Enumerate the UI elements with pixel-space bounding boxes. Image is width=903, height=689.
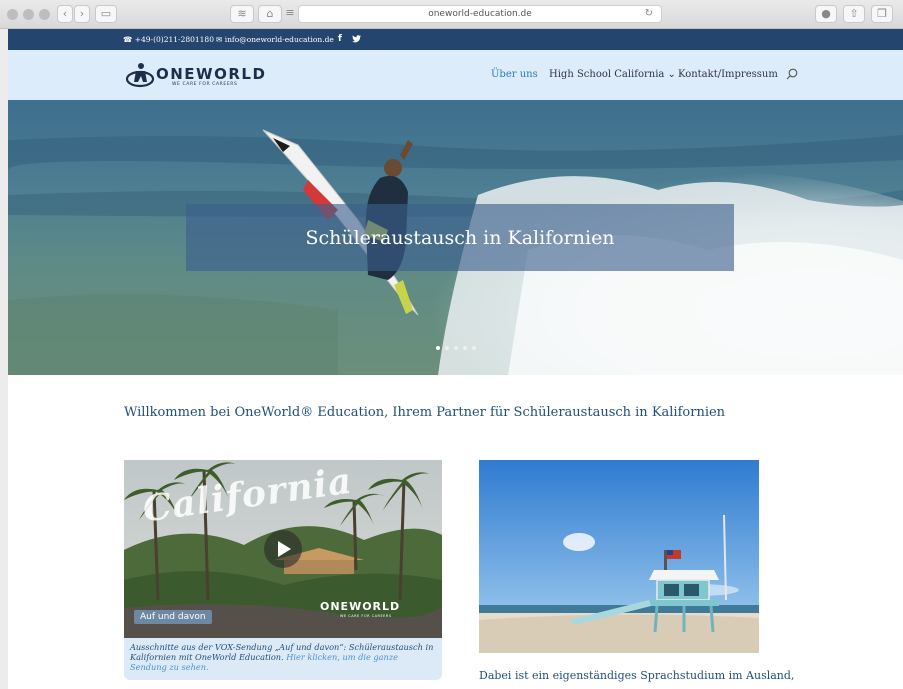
- logo-tagline: WE CARE FOR CAREERS: [172, 82, 238, 87]
- sidebar-icon: ▭: [100, 7, 112, 20]
- hero-title: Schüleraustausch in Kalifornien: [305, 226, 615, 249]
- phone-number: +49-(0)211-2801180: [134, 35, 214, 44]
- address-bar[interactable]: oneworld-education.de ↻: [298, 5, 662, 23]
- video-watermark-tagline: WE CARE FOR CAREERS: [340, 614, 392, 618]
- minimize-window-button[interactable]: [23, 9, 34, 20]
- lifeguard-tower-image: [479, 460, 759, 653]
- slider-dot[interactable]: [445, 346, 449, 350]
- play-button[interactable]: [264, 530, 302, 568]
- main-content: Willkommen bei OneWorld® Education, Ihre…: [8, 375, 903, 689]
- email-link[interactable]: ✉ info@oneworld-education.de: [216, 29, 334, 50]
- reload-icon[interactable]: ↻: [645, 6, 653, 22]
- chevron-left-icon: ‹: [62, 7, 68, 20]
- tabs-icon: ❐: [877, 7, 887, 20]
- sidebar-button[interactable]: ▭: [95, 5, 117, 23]
- play-icon: [278, 541, 291, 557]
- share-button[interactable]: ⇧: [843, 5, 865, 23]
- slider-dot[interactable]: [454, 346, 458, 350]
- contact-bar: ☎ +49-(0)211-2801180 ✉ info@oneworld-edu…: [8, 29, 903, 50]
- phone-link[interactable]: ☎ +49-(0)211-2801180: [123, 29, 214, 50]
- download-icon: ●: [821, 7, 831, 20]
- logo-wordmark: ONEWORLD: [156, 65, 267, 83]
- search-icon[interactable]: [786, 68, 798, 80]
- zoom-window-button[interactable]: [39, 9, 50, 20]
- video-watermark-logo: ONEWORLD: [320, 600, 401, 613]
- video-caption: Ausschnitte aus der VOX-Sendung „Auf und…: [124, 638, 442, 680]
- email-address: info@oneworld-education.de: [224, 35, 334, 44]
- welcome-heading: Willkommen bei OneWorld® Education, Ihre…: [124, 405, 726, 420]
- hero-slider[interactable]: Schüleraustausch in Kalifornien: [8, 100, 903, 375]
- browser-window: ‹ › ▭ ≋ ⌂ ≡ oneworld-education.de ↻ ● ⇧ …: [0, 0, 903, 689]
- home-icon: ⌂: [266, 7, 274, 20]
- cloud-icon: ≋: [237, 7, 247, 20]
- home-button[interactable]: ⌂: [258, 5, 282, 23]
- facebook-icon[interactable]: f: [338, 29, 342, 50]
- close-window-button[interactable]: [7, 9, 18, 20]
- video-player[interactable]: California Auf und davon ONEWORLD WE CAR…: [124, 460, 442, 638]
- chevron-right-icon: ›: [79, 7, 85, 20]
- nav-item-kontakt-impressum[interactable]: Kontakt/Impressum: [678, 69, 778, 80]
- nav-item-ueber-uns[interactable]: Über uns: [491, 69, 538, 80]
- reader-icon: ≡: [285, 6, 295, 19]
- mail-icon: ✉: [216, 35, 223, 44]
- browser-toolbar: ‹ › ▭ ≋ ⌂ ≡ oneworld-education.de ↻ ● ⇧ …: [0, 0, 903, 29]
- twitter-icon[interactable]: [352, 29, 361, 52]
- show-logo: Auf und davon: [134, 610, 212, 624]
- nav-item-high-school-california[interactable]: High School California ⌄: [549, 69, 676, 80]
- forward-button[interactable]: ›: [74, 5, 90, 23]
- slider-dot[interactable]: [436, 346, 440, 350]
- cloud-tabs-button[interactable]: ≋: [230, 5, 254, 23]
- traveler-logo-icon: [126, 63, 155, 88]
- slider-dot[interactable]: [472, 346, 476, 350]
- url-text: oneworld-education.de: [428, 9, 532, 19]
- share-icon: ⇧: [849, 7, 859, 20]
- back-button[interactable]: ‹: [57, 5, 73, 23]
- downloads-button[interactable]: ●: [815, 5, 837, 23]
- site-header: ONEWORLD WE CARE FOR CAREERS Über uns Hi…: [8, 50, 903, 100]
- site-logo[interactable]: ONEWORLD WE CARE FOR CAREERS: [126, 62, 286, 90]
- tabs-overview-button[interactable]: ❐: [871, 5, 893, 23]
- intro-paragraph: Dabei ist ein eigenständiges Sprachstudi…: [479, 669, 795, 682]
- phone-icon: ☎: [123, 35, 133, 44]
- slider-dot[interactable]: [463, 346, 467, 350]
- hero-caption-box: Schüleraustausch in Kalifornien: [186, 204, 734, 271]
- slider-pagination: [436, 346, 476, 350]
- reader-button[interactable]: ≡: [283, 5, 297, 23]
